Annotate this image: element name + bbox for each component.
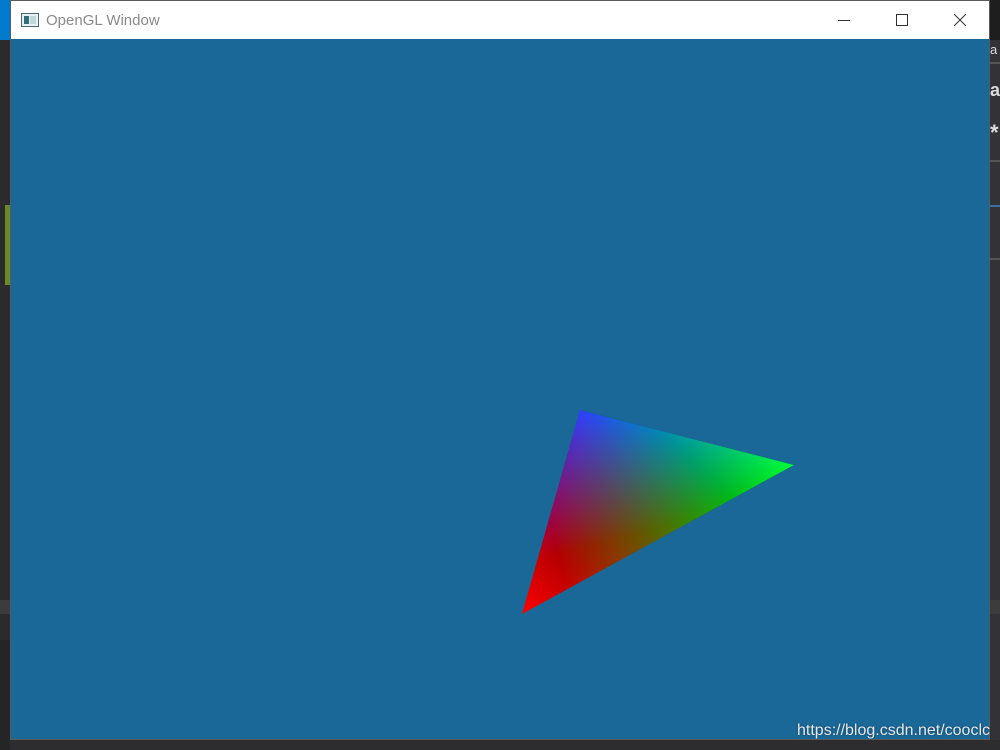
ide-scroll-bar <box>990 600 1000 614</box>
minimize-icon <box>838 20 850 21</box>
ide-side-tab[interactable] <box>0 0 10 40</box>
minimize-button[interactable] <box>815 1 873 39</box>
ide-divider <box>990 160 1000 162</box>
close-icon <box>954 14 966 26</box>
ide-divider <box>990 258 1000 260</box>
maximize-icon <box>896 14 908 26</box>
color-triangle <box>522 410 794 614</box>
ide-divider <box>990 205 1000 207</box>
title-bar[interactable]: OpenGL Window <box>11 1 989 39</box>
ide-right-header <box>990 0 1000 40</box>
gl-viewport[interactable] <box>11 39 989 739</box>
window-title: OpenGL Window <box>46 11 160 29</box>
desktop: a a * OpenGL Window https://blog.csdn.ne… <box>0 0 1000 750</box>
caption-buttons <box>815 1 989 39</box>
ide-fragment-text: * <box>990 120 999 145</box>
ide-divider <box>990 62 1000 64</box>
close-button[interactable] <box>931 1 989 39</box>
ide-fragment-text: a <box>990 80 1000 100</box>
opengl-app-icon <box>21 13 39 27</box>
ide-output-panel <box>0 640 10 750</box>
watermark-text: https://blog.csdn.net/cooclc <box>797 722 990 739</box>
ide-scroll-bar <box>0 600 10 614</box>
ide-right-panel <box>990 0 1000 750</box>
gl-scene <box>522 410 794 614</box>
opengl-window[interactable]: OpenGL Window <box>10 0 990 740</box>
ide-status-strip <box>10 740 1000 750</box>
maximize-button[interactable] <box>873 1 931 39</box>
ide-fragment-text: a <box>990 42 998 57</box>
